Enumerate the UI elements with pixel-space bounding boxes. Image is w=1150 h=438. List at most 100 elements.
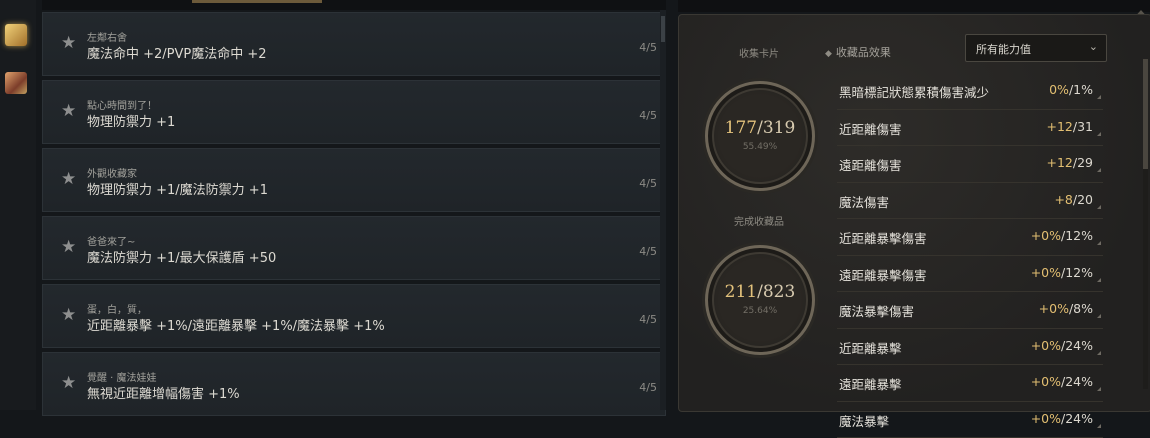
stat-value: +0%/12%	[1031, 265, 1093, 280]
collection-row[interactable]: ★ 爸爸來了~ 魔法防禦力 +1/最大保護盾 +50 4/5	[42, 216, 666, 280]
corner-marker	[1097, 205, 1101, 209]
effects-header-label: 收藏品效果	[836, 46, 891, 59]
cards-label: 收集卡片	[699, 45, 819, 60]
collection-progress: 4/5	[639, 41, 657, 54]
collection-effect: 魔法命中 +2/PVP魔法命中 +2	[87, 43, 267, 62]
stat-bonus: +12	[1046, 155, 1072, 170]
stat-row: 近距離暴擊傷害 +0%/12%	[837, 219, 1103, 256]
stat-value: +0%/24%	[1031, 411, 1093, 426]
stat-name: 遠距離傷害	[839, 155, 902, 174]
collection-effect: 物理防禦力 +1/魔法防禦力 +1	[87, 179, 268, 198]
effects-stat-list: 黑暗標記狀態累積傷害減少 0%/1% 近距離傷害 +12/31 遠距離傷害 +1…	[837, 73, 1103, 438]
stat-name: 黑暗標記狀態累積傷害減少	[839, 82, 989, 101]
stat-name: 近距離傷害	[839, 119, 902, 138]
stat-value: +0%/8%	[1039, 301, 1093, 316]
collection-name: 點心時間到了！	[87, 97, 157, 112]
collection-row[interactable]: ★ 點心時間到了！ 物理防禦力 +1 4/5	[42, 80, 666, 144]
items-percent: 25.64%	[708, 306, 812, 316]
corner-marker	[1097, 314, 1101, 318]
stat-row: 魔法暴擊傷害 +0%/8%	[837, 292, 1103, 329]
collection-name: 左鄰右舍	[87, 29, 127, 44]
stat-total: /24%	[1061, 338, 1093, 353]
corner-marker	[1097, 387, 1101, 391]
panel-scrollbar[interactable]	[1143, 59, 1148, 389]
stat-name: 遠距離暴擊	[839, 374, 902, 393]
cards-total: /319	[757, 118, 795, 138]
star-icon[interactable]: ★	[61, 35, 76, 52]
star-icon[interactable]: ★	[61, 239, 76, 256]
effects-header: ◆收藏品效果	[825, 44, 891, 60]
collection-name: 蛋，白，質，	[87, 301, 147, 316]
cards-percent: 55.49%	[708, 142, 812, 152]
panel-top-edge	[678, 0, 1150, 12]
stat-row: 遠距離暴擊 +0%/24%	[837, 365, 1103, 402]
star-icon[interactable]: ★	[61, 103, 76, 120]
stat-total: /8%	[1069, 301, 1093, 316]
cards-progress-ring: 177/319 55.49%	[705, 81, 815, 191]
collection-progress: 4/5	[639, 109, 657, 122]
stat-row: 近距離暴擊 +0%/24%	[837, 329, 1103, 366]
items-label: 完成收藏品	[699, 213, 819, 228]
book-icon[interactable]	[5, 24, 27, 46]
collection-progress: 4/5	[639, 245, 657, 258]
book-icon[interactable]	[5, 72, 27, 94]
corner-marker	[1097, 132, 1101, 136]
stat-total: /20	[1073, 192, 1093, 207]
stat-name: 魔法暴擊	[839, 411, 889, 430]
stat-row: 遠距離暴擊傷害 +0%/12%	[837, 256, 1103, 293]
stat-filter-dropdown[interactable]: 所有能力值 ⌄	[965, 34, 1107, 62]
collection-effect: 近距離暴擊 +1%/遠距離暴擊 +1%/魔法暴擊 +1%	[87, 315, 385, 334]
stat-total: /12%	[1061, 228, 1093, 243]
stat-filter-value: 所有能力值	[976, 41, 1031, 57]
collection-progress: 4/5	[639, 381, 657, 394]
stat-total: /1%	[1069, 82, 1093, 97]
corner-marker	[1097, 278, 1101, 282]
corner-marker	[1097, 351, 1101, 355]
collection-name: 覺醒 · 魔法娃娃	[87, 369, 157, 384]
collection-row[interactable]: ★ 覺醒 · 魔法娃娃 無視近距離增幅傷害 +1% 4/5	[42, 352, 666, 416]
stat-bonus: +0%	[1031, 228, 1061, 243]
stat-bonus: +8	[1054, 192, 1072, 207]
stat-value: +12/29	[1046, 155, 1093, 170]
stat-row: 遠距離傷害 +12/29	[837, 146, 1103, 183]
collection-progress: 4/5	[639, 177, 657, 190]
list-top-edge	[42, 0, 666, 10]
stat-bonus: 0%	[1049, 82, 1069, 97]
star-icon[interactable]: ★	[61, 171, 76, 188]
stat-total: /24%	[1061, 374, 1093, 389]
list-scrollbar[interactable]	[660, 10, 666, 410]
collection-row[interactable]: ★ 蛋，白，質， 近距離暴擊 +1%/遠距離暴擊 +1%/魔法暴擊 +1% 4/…	[42, 284, 666, 348]
items-total: /823	[757, 282, 795, 302]
corner-marker	[1097, 424, 1101, 428]
collection-name: 外觀收藏家	[87, 165, 137, 180]
cards-done: 177	[725, 118, 757, 138]
items-progress-ring: 211/823 25.64%	[705, 245, 815, 355]
stat-row: 黑暗標記狀態累積傷害減少 0%/1%	[837, 73, 1103, 110]
stat-name: 魔法傷害	[839, 192, 889, 211]
star-icon[interactable]: ★	[61, 375, 76, 392]
stat-row: 魔法傷害 +8/20	[837, 183, 1103, 220]
collection-row[interactable]: ★ 左鄰右舍 魔法命中 +2/PVP魔法命中 +2 4/5	[42, 12, 666, 76]
stat-bonus: +12	[1046, 119, 1072, 134]
corner-marker	[1097, 168, 1101, 172]
side-icon-strip	[0, 0, 36, 410]
items-done: 211	[725, 282, 757, 302]
chevron-down-icon: ⌄	[1089, 40, 1098, 53]
stat-name: 近距離暴擊	[839, 338, 902, 357]
collection-progress: 4/5	[639, 313, 657, 326]
collection-list: ★ 左鄰右舍 魔法命中 +2/PVP魔法命中 +2 4/5 ★ 點心時間到了！ …	[42, 0, 666, 410]
stat-name: 近距離暴擊傷害	[839, 228, 927, 247]
collection-name: 爸爸來了~	[87, 233, 135, 248]
star-icon[interactable]: ★	[61, 307, 76, 324]
corner-marker	[1097, 95, 1101, 99]
stat-row: 魔法暴擊 +0%/24%	[837, 402, 1103, 438]
stat-bonus: +0%	[1031, 411, 1061, 426]
stat-total: /31	[1073, 119, 1093, 134]
collection-effect: 魔法防禦力 +1/最大保護盾 +50	[87, 247, 276, 266]
stat-bonus: +0%	[1039, 301, 1069, 316]
stat-value: +8/20	[1054, 192, 1093, 207]
stat-bonus: +0%	[1031, 338, 1061, 353]
collection-summary-panel: 收集卡片 177/319 55.49% 完成收藏品 211/823 25.64%…	[678, 14, 1150, 412]
collection-row[interactable]: ★ 外觀收藏家 物理防禦力 +1/魔法防禦力 +1 4/5	[42, 148, 666, 212]
corner-marker	[1097, 241, 1101, 245]
